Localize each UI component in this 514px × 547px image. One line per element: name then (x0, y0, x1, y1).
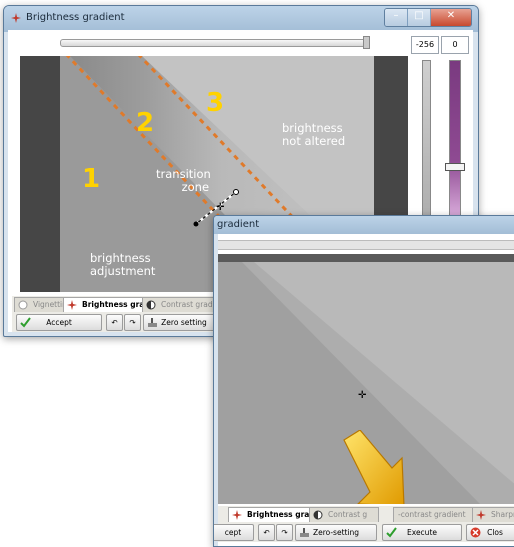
window2-tab-sharpness[interactable]: Sharpne (472, 507, 514, 522)
maximize-icon: □ (414, 10, 424, 21)
window2-tab-local-contrast-gradient-label: -contrast gradient (398, 510, 466, 519)
window2-preview-image[interactable]: ✛ (218, 262, 514, 504)
vignetting-icon (18, 300, 28, 310)
accept-button[interactable]: Accept (16, 314, 102, 331)
horizontal-slider[interactable] (60, 39, 366, 47)
contrast-gradient-icon (146, 300, 156, 310)
slider-right-value[interactable]: 0 (441, 36, 469, 54)
window2-contrast-gradient-icon (313, 510, 323, 520)
tab-contrast-gradient-label: Contrast grad (161, 300, 213, 309)
close-button-icon (470, 527, 481, 538)
label-brightness-adjustment: brightness adjustment (90, 251, 156, 278)
accept-button-label: Accept (46, 318, 72, 327)
zone-number-3: 3 (206, 88, 225, 118)
zero-setting-icon (148, 318, 157, 327)
undo-button[interactable]: ↶ (106, 314, 123, 331)
close-button[interactable]: Clos (466, 524, 514, 541)
window2-titlebar[interactable]: gradient (214, 216, 514, 234)
crosshair-icon: ✛ (216, 202, 225, 213)
window2-accept-button-label: cept (224, 528, 242, 537)
gradient-handle-end[interactable] (233, 189, 239, 195)
window2-sharpness-icon (476, 510, 486, 520)
label-transition-zone: transition zone (156, 167, 211, 194)
horizontal-slider-handle[interactable] (363, 36, 370, 49)
window2-tab-sharpness-label: Sharpne (491, 510, 514, 519)
window2-zero-setting-icon (300, 528, 309, 537)
execute-button[interactable]: Execute (382, 524, 462, 541)
execute-button-label: Execute (407, 528, 437, 537)
window2-undo-icon: ↶ (263, 528, 270, 537)
brightness-gradient-window-zoom: gradient ✛ Brightness gradient Contrast … (213, 215, 514, 547)
label-brightness-not-altered: brightness not altered (282, 121, 346, 148)
window2-undo-button[interactable]: ↶ (258, 524, 275, 541)
window2-tab-contrast-gradient[interactable]: Contrast g (309, 507, 379, 522)
brightness-gradient-icon (67, 300, 77, 310)
vertical-slider-handle[interactable] (445, 163, 465, 171)
maximize-button[interactable]: □ (408, 9, 431, 26)
undo-icon: ↶ (111, 318, 118, 327)
window2-zero-setting-button[interactable]: Zero-setting (295, 524, 377, 541)
gradient-handle-start[interactable] (193, 221, 199, 227)
accept-check-icon (20, 317, 31, 328)
close-button-label: Clos (487, 528, 503, 537)
window2-tab-bar: Brightness gradient Contrast g -contrast… (218, 506, 514, 522)
close-window-button[interactable]: ✕ (431, 9, 471, 26)
slider-left-value[interactable]: -256 (411, 36, 439, 54)
window2-crosshair-icon: ✛ (358, 390, 367, 401)
window2-redo-icon: ↷ (281, 528, 288, 537)
window2-brightness-gradient-icon (232, 510, 242, 520)
minimize-button[interactable]: – (385, 9, 408, 26)
brightness-gradient-app-icon (11, 13, 21, 23)
window2-body: ✛ Brightness gradient Contrast g -contra… (214, 234, 514, 546)
window2-accept-button[interactable]: cept (214, 524, 254, 541)
window2-title: gradient (217, 219, 260, 230)
execute-check-icon (386, 527, 397, 538)
arrow-shape (343, 430, 405, 504)
window2-tab-local-contrast-gradient[interactable]: -contrast gradient (393, 507, 475, 522)
close-icon: ✕ (446, 10, 456, 21)
window-controls: – □ ✕ (384, 8, 472, 27)
window2-button-bar: cept ↶ ↷ Zero-setting Execute Clos (214, 522, 514, 542)
zone-number-1: 1 (82, 164, 101, 194)
window2-toolbar-strip (218, 240, 514, 250)
window2-zero-setting-button-label: Zero-setting (312, 528, 360, 537)
zero-setting-button-label: Zero setting (161, 318, 207, 327)
window2-tab-contrast-gradient-label: Contrast g (328, 510, 368, 519)
window2-redo-button[interactable]: ↷ (276, 524, 293, 541)
redo-icon: ↷ (129, 318, 136, 327)
preview-left-border (20, 56, 60, 292)
minimize-icon: – (393, 10, 399, 21)
pointer-arrow-graphic (343, 430, 405, 504)
redo-button[interactable]: ↷ (124, 314, 141, 331)
zone-number-2: 2 (136, 108, 155, 138)
window-titlebar[interactable]: Brightness gradient – □ ✕ (4, 6, 478, 32)
window2-preview-top-border (218, 254, 514, 262)
window-title: Brightness gradient (26, 12, 125, 23)
